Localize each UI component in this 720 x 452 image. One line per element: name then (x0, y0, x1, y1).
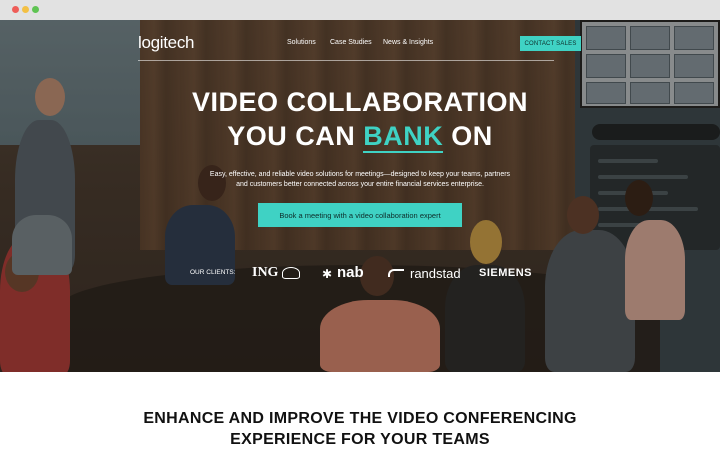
hero-headline-line1: VIDEO COLLABORATION (192, 87, 528, 117)
client-logo-nab: nab (337, 264, 364, 281)
book-meeting-button[interactable]: Book a meeting with a video collaboratio… (258, 203, 462, 227)
top-navigation: logitech Solutions Case Studies News & I… (138, 33, 554, 57)
contact-sales-button[interactable]: CONTACT SALES (520, 36, 581, 51)
nab-star-icon: ✱ (322, 267, 333, 281)
nav-link-news-insights[interactable]: News & Insights (383, 39, 433, 46)
hero-banner: logitech Solutions Case Studies News & I… (0, 20, 720, 372)
section-title-line1: ENHANCE AND IMPROVE THE VIDEO CONFERENCI… (143, 410, 577, 427)
client-logo-siemens: SIEMENS (479, 267, 533, 279)
close-window-icon[interactable] (12, 6, 19, 13)
hero-subtext-line1: Easy, effective, and reliable video solu… (209, 171, 511, 178)
hero-headline-line2: YOU CAN BANK ON (0, 121, 720, 153)
ing-lion-icon (282, 267, 300, 279)
nav-link-solutions[interactable]: Solutions (287, 39, 316, 46)
maximize-window-icon[interactable] (32, 6, 39, 13)
headline-pre: YOU CAN (227, 121, 364, 151)
minimize-window-icon[interactable] (22, 6, 29, 13)
headline-post: ON (443, 121, 493, 151)
randstad-mark-icon (388, 269, 404, 277)
client-logo-ing: ING (252, 265, 279, 280)
nav-divider (138, 60, 554, 61)
logitech-logo[interactable]: logitech (138, 33, 195, 53)
headline-highlight: BANK (363, 121, 444, 153)
browser-chrome (0, 0, 720, 20)
section-title-line2: EXPERIENCE FOR YOUR TEAMS (230, 431, 490, 448)
client-logo-randstad: randstad (410, 266, 461, 281)
hero-subtext-line2: and customers better connected across yo… (236, 181, 484, 188)
nav-link-case-studies[interactable]: Case Studies (330, 39, 372, 46)
clients-label: OUR CLIENTS: (190, 269, 236, 276)
